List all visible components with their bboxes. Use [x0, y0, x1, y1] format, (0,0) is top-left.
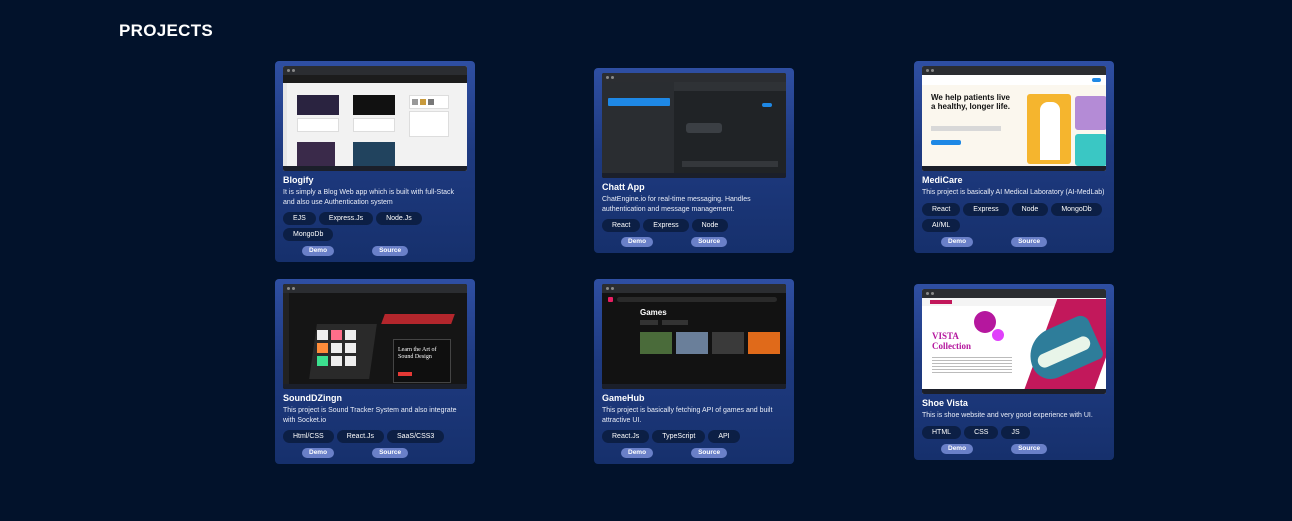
source-button[interactable]: Source: [1011, 236, 1048, 247]
project-card-blogify: Blogify It is simply a Blog Web app whic…: [275, 61, 475, 262]
project-description: This project is Sound Tracker System and…: [283, 407, 457, 424]
tech-tags: HTML CSS JS: [922, 425, 1106, 439]
tech-tag: EJS: [283, 212, 316, 225]
demo-button[interactable]: Demo: [302, 246, 335, 256]
demo-button[interactable]: Demo: [941, 443, 974, 454]
project-screenshot[interactable]: We help patients live a healthy, longer …: [922, 66, 1106, 171]
source-button[interactable]: Source: [691, 237, 728, 247]
project-screenshot[interactable]: [283, 66, 467, 171]
tech-tag: React.Js: [336, 430, 384, 443]
project-title: Chatt App: [602, 182, 645, 192]
tech-tag: React.Js: [602, 430, 650, 443]
source-button[interactable]: Source: [372, 448, 409, 458]
project-description: This is shoe website and very good exper…: [922, 412, 1093, 419]
browser-chrome: [283, 66, 467, 75]
browser-chrome: [602, 284, 786, 293]
taskbar: [922, 389, 1106, 394]
project-card-sounddzingn: Learn the Art of Sound Design SoundDZing…: [275, 279, 475, 464]
project-card-chatt-app: Chatt App ChatEngine.io for real-time me…: [594, 68, 794, 253]
project-title: MediCare: [922, 175, 963, 185]
project-screenshot[interactable]: [602, 73, 786, 178]
tech-tag: TypeScript: [652, 430, 706, 443]
tech-tag: CSS: [964, 425, 999, 439]
tech-tag: AI/ML: [922, 218, 961, 232]
project-screenshot[interactable]: Learn the Art of Sound Design: [283, 284, 467, 389]
tech-tags: React.Js TypeScript API: [602, 430, 786, 443]
thumb-heading: VISTA Collection: [932, 331, 971, 351]
browser-chrome: [922, 289, 1106, 298]
project-links: Demo Source: [922, 443, 1106, 454]
tech-tag: API: [708, 430, 740, 443]
project-links: Demo Source: [602, 448, 786, 458]
project-title: SoundDZingn: [283, 393, 342, 403]
project-links: Demo Source: [283, 448, 467, 458]
project-card-gamehub: Games GameHub This project is basically …: [594, 279, 794, 464]
section-title: PROJECTS: [119, 21, 214, 40]
source-button[interactable]: Source: [372, 246, 409, 256]
project-description: This project is basically AI Medical Lab…: [922, 189, 1105, 196]
tech-tag: Express.Js: [318, 212, 374, 225]
tech-tag: JS: [1001, 425, 1030, 439]
project-links: Demo Source: [922, 236, 1106, 247]
tech-tags: Html/CSS React.Js SaaS/CSS3: [283, 430, 467, 443]
project-screenshot[interactable]: VISTA Collection: [922, 289, 1106, 394]
project-title: GameHub: [602, 393, 645, 403]
tech-tag: Node: [691, 219, 729, 232]
tech-tag: MongoDb: [283, 228, 334, 241]
source-button[interactable]: Source: [1011, 443, 1048, 454]
project-screenshot[interactable]: Games: [602, 284, 786, 389]
tech-tag: React: [922, 202, 961, 216]
project-card-medicare: We help patients live a healthy, longer …: [914, 61, 1114, 253]
tech-tags: EJS Express.Js Node.Js MongoDb: [283, 212, 467, 241]
source-button[interactable]: Source: [691, 448, 728, 458]
thumb-heading: Games: [640, 308, 667, 317]
tech-tag: MongoDb: [1051, 202, 1102, 216]
taskbar: [602, 173, 786, 178]
tech-tag: Express: [963, 202, 1009, 216]
project-description: ChatEngine.io for real-time messaging. H…: [602, 196, 751, 213]
taskbar: [283, 166, 467, 171]
taskbar: [602, 384, 786, 389]
project-links: Demo Source: [283, 246, 467, 256]
tech-tag: Node.Js: [376, 212, 422, 225]
tech-tag: HTML: [922, 425, 962, 439]
project-description: This project is basically fetching API o…: [602, 407, 773, 424]
project-title: Shoe Vista: [922, 398, 968, 408]
thumb-heading: We help patients live a healthy, longer …: [931, 93, 1010, 111]
project-title: Blogify: [283, 175, 314, 185]
taskbar: [283, 384, 467, 389]
browser-chrome: [602, 73, 786, 82]
demo-button[interactable]: Demo: [941, 236, 974, 247]
project-links: Demo Source: [602, 237, 786, 247]
demo-button[interactable]: Demo: [621, 237, 654, 247]
tech-tag: Html/CSS: [283, 430, 334, 443]
tech-tag: React: [602, 219, 641, 232]
project-card-shoe-vista: VISTA Collection Shoe Vista This is shoe…: [914, 284, 1114, 460]
tech-tag: Node: [1011, 202, 1049, 216]
thumb-heading: Learn the Art of Sound Design: [398, 347, 437, 360]
taskbar: [922, 166, 1106, 171]
demo-button[interactable]: Demo: [302, 448, 335, 458]
browser-chrome: [922, 66, 1106, 75]
project-description: It is simply a Blog Web app which is bui…: [283, 189, 455, 206]
tech-tags: React Express Node: [602, 219, 786, 232]
tech-tag: Express: [643, 219, 689, 232]
tech-tags: React Express Node MongoDb AI/ML: [922, 202, 1106, 232]
demo-button[interactable]: Demo: [621, 448, 654, 458]
browser-chrome: [283, 284, 467, 293]
tech-tag: SaaS/CSS3: [386, 430, 445, 443]
